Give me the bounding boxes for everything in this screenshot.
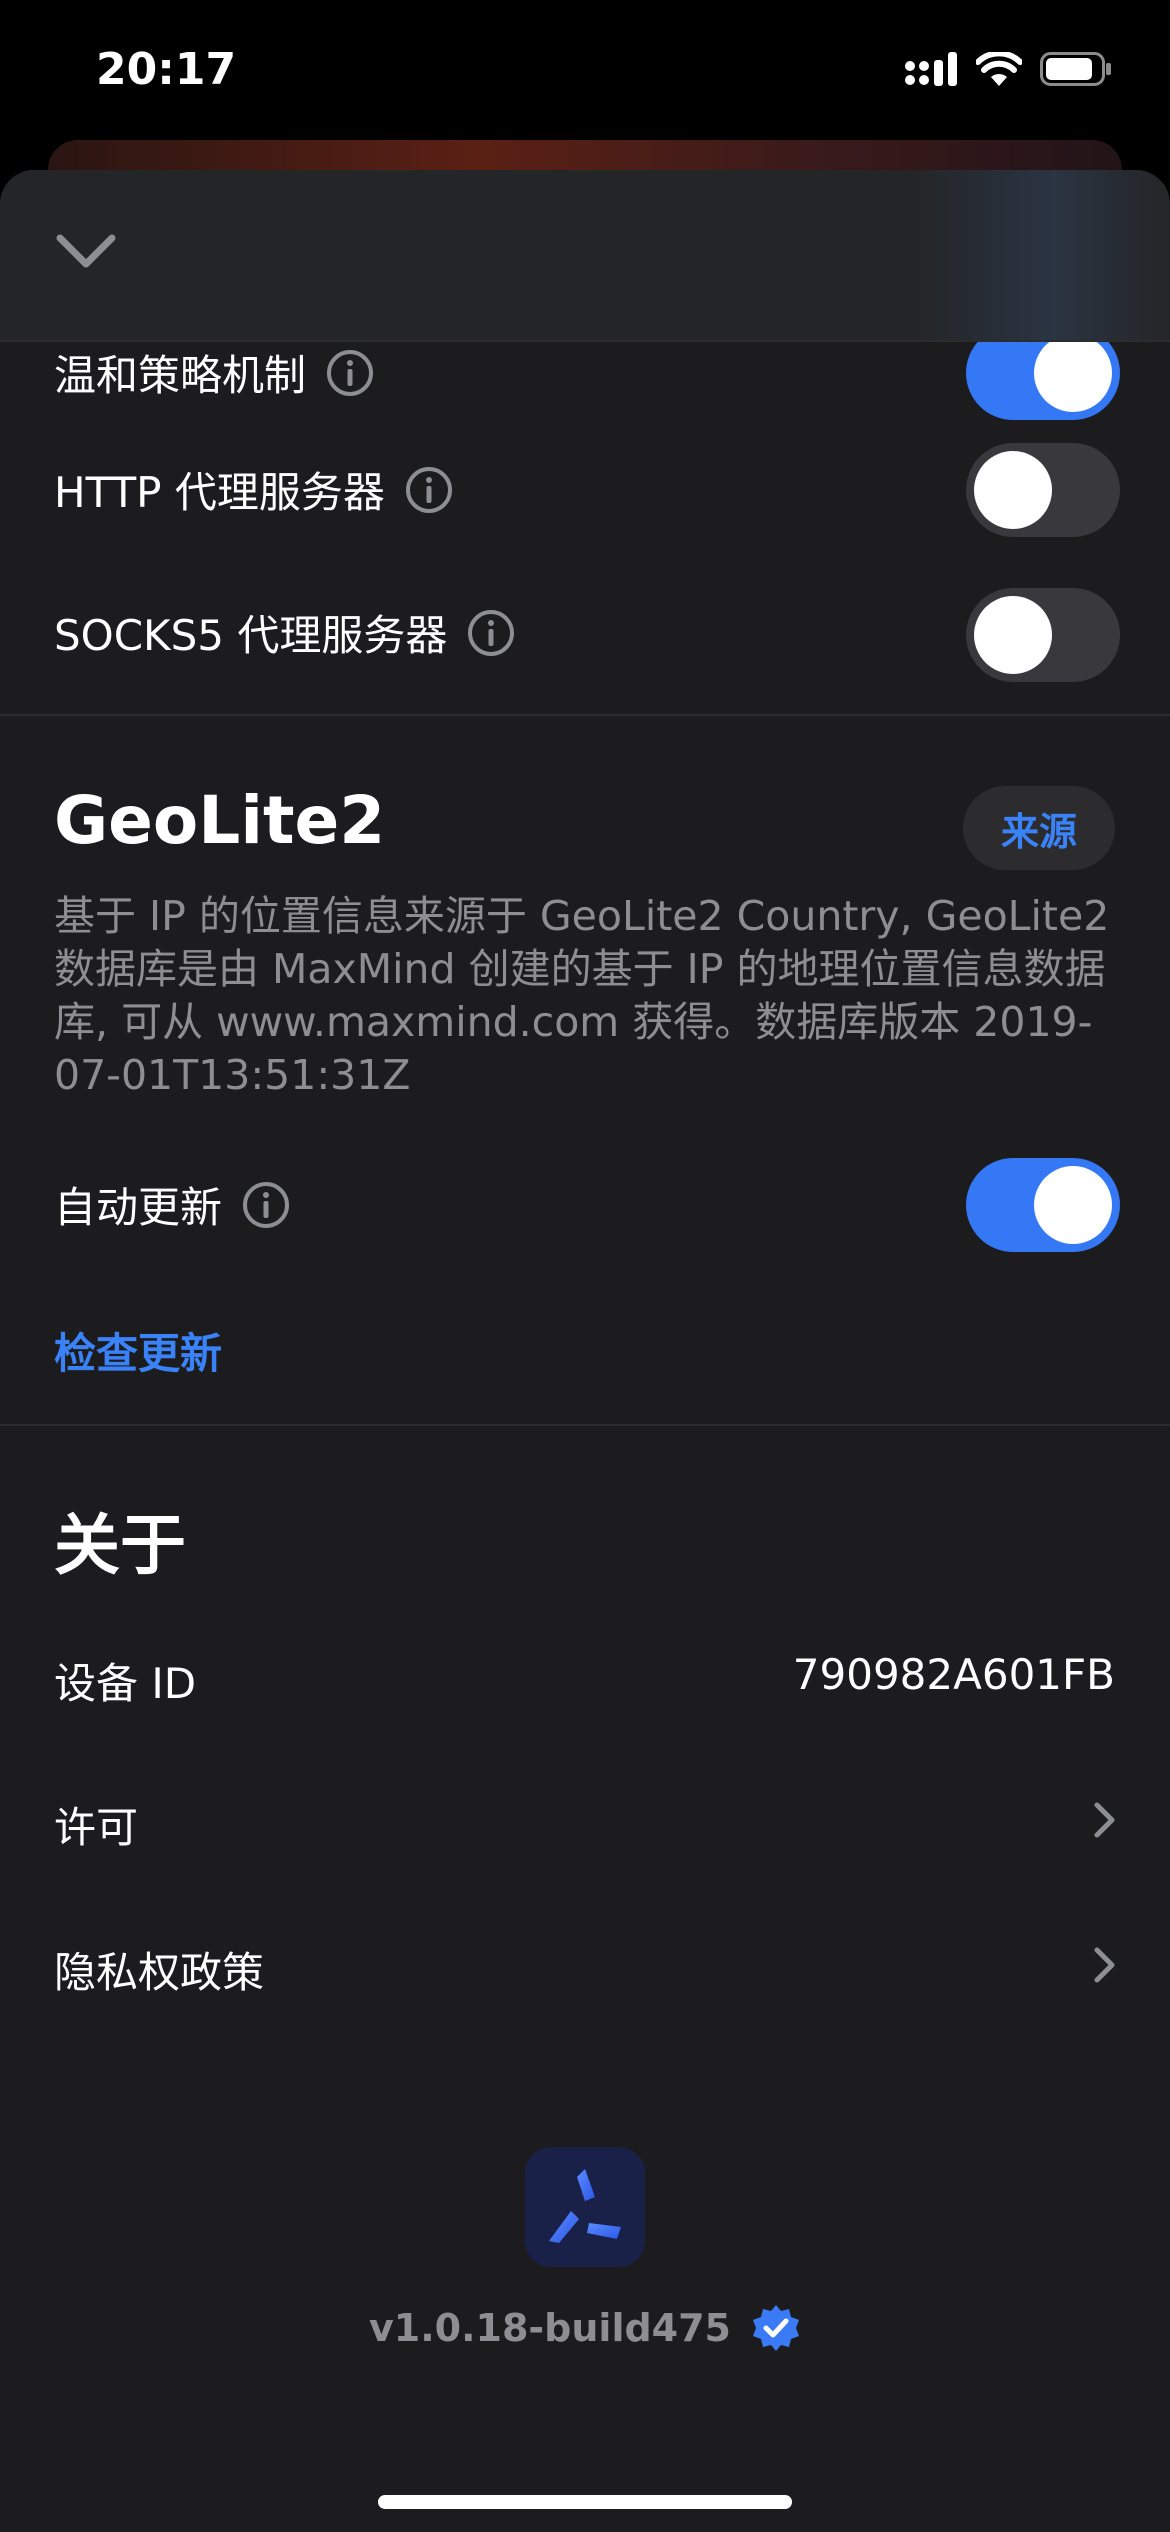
socks5-proxy-label: SOCKS5 代理服务器	[54, 611, 448, 660]
http-proxy-label: HTTP 代理服务器	[54, 468, 385, 517]
sheet-header	[0, 170, 1170, 342]
http-proxy-row: HTTP 代理服务器	[0, 435, 1170, 545]
socks5-proxy-toggle[interactable]	[966, 588, 1120, 682]
socks5-proxy-row: SOCKS5 代理服务器	[0, 580, 1170, 690]
source-button[interactable]: 来源	[963, 786, 1115, 870]
chevron-down-icon[interactable]	[54, 230, 118, 274]
version-row: v1.0.18-build475	[0, 2303, 1170, 2353]
section-divider	[0, 1424, 1170, 1426]
auto-update-row: 自动更新	[0, 1150, 1170, 1260]
auto-update-label: 自动更新	[54, 1183, 223, 1232]
toggle-knob	[974, 451, 1052, 529]
wifi-icon	[976, 52, 1022, 86]
battery-icon	[1040, 52, 1111, 86]
status-time: 20:17	[96, 44, 237, 95]
privacy-row[interactable]: 隐私权政策	[0, 1915, 1170, 2015]
toggle-knob	[974, 596, 1052, 674]
info-icon[interactable]	[405, 466, 453, 514]
about-title: 关于	[54, 1507, 186, 1584]
check-update-link[interactable]: 检查更新	[54, 1320, 222, 1381]
chevron-right-icon	[1094, 1802, 1115, 1838]
section-divider	[0, 714, 1170, 716]
http-proxy-toggle[interactable]	[966, 443, 1120, 537]
toggle-knob	[1034, 1166, 1112, 1244]
device-id-label: 设备 ID	[54, 1659, 197, 1708]
geolite-title: GeoLite2	[54, 782, 386, 859]
gentle-policy-label: 温和策略机制	[54, 351, 307, 400]
app-logo-icon	[525, 2147, 645, 2267]
status-icons	[904, 52, 1112, 86]
home-indicator[interactable]	[378, 2495, 792, 2509]
signal-icon	[905, 52, 957, 86]
chevron-right-icon	[1094, 1947, 1115, 1983]
device-id-row: 设备 ID 790982A601FB	[0, 1630, 1170, 1730]
info-icon[interactable]	[242, 1181, 290, 1229]
geolite-description: 基于 IP 的位置信息来源于 GeoLite2 Country, GeoLite…	[54, 892, 1110, 1099]
toggle-knob	[1034, 334, 1112, 412]
info-icon[interactable]	[467, 609, 515, 657]
license-row[interactable]: 许可	[0, 1770, 1170, 1870]
auto-update-toggle[interactable]	[966, 1158, 1120, 1252]
info-icon[interactable]	[326, 349, 374, 397]
license-label: 许可	[54, 1803, 139, 1852]
privacy-label: 隐私权政策	[54, 1948, 265, 1997]
device-id-value: 790982A601FB	[792, 1650, 1115, 1699]
verified-badge-icon	[753, 2305, 799, 2351]
status-bar: 20:17	[0, 0, 1170, 150]
version-text: v1.0.18-build475	[368, 2306, 731, 2350]
